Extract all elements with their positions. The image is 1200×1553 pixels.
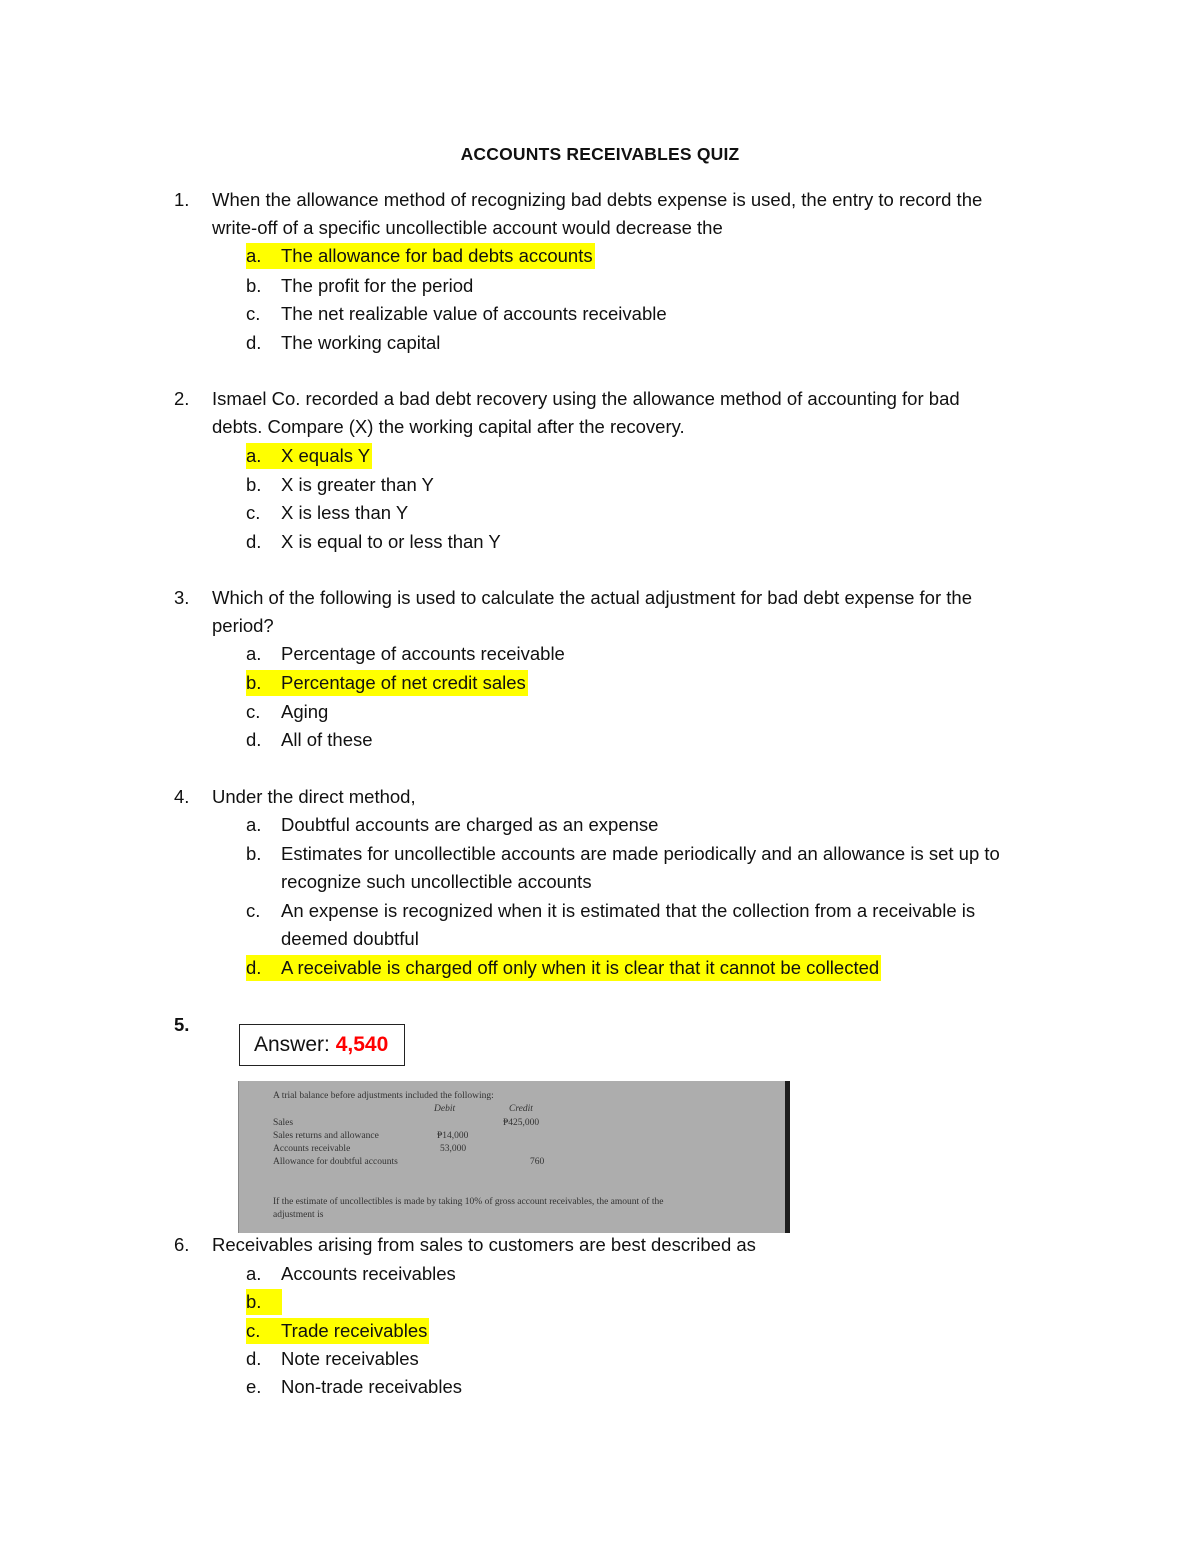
option-d: d. The working capital (246, 330, 440, 356)
option-letter: b. (246, 275, 262, 296)
page-title: ACCOUNTS RECEIVABLES QUIZ (460, 144, 740, 164)
option-text: An expense is recognized when it is esti… (281, 900, 976, 921)
question-text: Which of the following is used to calcul… (212, 587, 972, 608)
image-question: adjustment is (273, 1210, 324, 1220)
option-c: c. Aging (246, 699, 328, 725)
option-letter: c. (246, 502, 261, 523)
option-letter: c. (246, 900, 261, 921)
option-text-continued: recognize such uncollectible accounts (281, 871, 592, 892)
option-text: Trade receivables (281, 1320, 428, 1341)
option-a: a. Doubtful accounts are charged as an ex… (246, 812, 658, 838)
option-letter: e. (246, 1376, 262, 1397)
option-a-correct: a. X equals Y (246, 443, 373, 469)
option-letter: b. (246, 843, 262, 864)
option-text: X is equal to or less than Y (281, 531, 501, 552)
option-a-correct: a. The allowance for bad debts accounts (246, 243, 595, 269)
option-b: b. Estimates for uncollectible accounts a… (246, 841, 1000, 867)
row-label: Allowance for doubtful accounts (273, 1157, 398, 1167)
image-intro: A trial balance before adjustments inclu… (273, 1091, 494, 1101)
question-text: Under the direct method, (212, 786, 416, 807)
option-text: A receivable is charged off only when it… (281, 957, 880, 978)
option-b: b. The profit for the period (246, 273, 473, 299)
option-text-continued: deemed doubtful (281, 928, 419, 949)
option-c-correct: c. Trade receivables (246, 1318, 430, 1344)
option-text: Note receivables (281, 1348, 419, 1369)
option-a: a. Accounts receivables (246, 1261, 456, 1287)
question-text: Ismael Co. recorded a bad debt recovery … (212, 388, 960, 409)
question-number: 1. (174, 189, 190, 210)
option-text: X is greater than Y (281, 474, 434, 495)
question-number: 2. (174, 388, 190, 409)
option-c: c. X is less than Y (246, 500, 408, 526)
option-d: d. Note receivables (246, 1346, 419, 1372)
answer-label: Answer: (254, 1033, 330, 1056)
option-text: All of these (281, 729, 373, 750)
option-b-highlighted: b. (246, 1289, 282, 1315)
option-letter: a. (246, 814, 262, 835)
quiz-page: ACCOUNTS RECEIVABLES QUIZ 1. When the al… (0, 0, 1200, 1553)
option-letter: d. (246, 531, 262, 552)
option-c: c. An expense is recognized when it is es… (246, 898, 975, 924)
option-letter: a. (246, 1263, 262, 1284)
option-c: c. The net realizable value of accounts r… (246, 301, 667, 327)
option-text: Non-trade receivables (281, 1376, 462, 1397)
option-letter: c. (246, 701, 261, 722)
row-credit: ₱425,000 (503, 1118, 540, 1128)
row-debit: 53,000 (440, 1144, 467, 1154)
option-text: Percentage of accounts receivable (281, 643, 565, 664)
question-number: 3. (174, 587, 190, 608)
question-number: 5. (174, 1014, 190, 1035)
option-letter: d. (246, 957, 262, 978)
option-text: The profit for the period (281, 275, 474, 296)
option-letter: a. (246, 643, 262, 664)
option-letter: c. (246, 1320, 261, 1341)
option-text: Doubtful accounts are charged as an expe… (281, 814, 659, 835)
image-question: If the estimate of uncollectibles is mad… (273, 1197, 664, 1207)
option-text: X equals Y (281, 445, 371, 466)
option-letter: b. (246, 1291, 262, 1312)
option-letter: d. (246, 729, 262, 750)
credit-header: Credit (509, 1104, 533, 1114)
question-text: period? (212, 615, 274, 636)
option-a: a. Percentage of accounts receivable (246, 641, 565, 667)
row-label: Accounts receivable (273, 1144, 351, 1154)
answer-box: Answer: 4,540 (239, 1024, 405, 1066)
image-border (785, 1081, 790, 1233)
option-letter: b. (246, 672, 262, 693)
option-text: The net realizable value of accounts rec… (281, 303, 667, 324)
question-text: When the allowance method of recognizing… (212, 189, 983, 210)
option-b-correct: b. Percentage of net credit sales (246, 670, 528, 696)
option-text: The allowance for bad debts accounts (281, 245, 593, 266)
question-number: 4. (174, 786, 190, 807)
option-d: d. All of these (246, 727, 373, 753)
option-text: Aging (281, 701, 329, 722)
option-letter: c. (246, 303, 261, 324)
question-text: write-off of a specific uncollectible ac… (212, 217, 723, 238)
option-e: e. Non-trade receivables (246, 1374, 462, 1400)
option-d: d. X is equal to or less than Y (246, 529, 501, 555)
row-debit: ₱14,000 (437, 1131, 469, 1141)
option-text: Accounts receivables (281, 1263, 456, 1284)
option-text: Percentage of net credit sales (281, 672, 526, 693)
question-text: Receivables arising from sales to custom… (212, 1234, 756, 1255)
option-letter: d. (246, 1348, 262, 1369)
option-b: b. X is greater than Y (246, 472, 434, 498)
option-letter: a. (246, 445, 262, 466)
option-d-correct: d. A receivable is charged off only when … (246, 955, 882, 981)
row-credit: 760 (530, 1157, 545, 1167)
option-letter: d. (246, 332, 262, 353)
row-label: Sales returns and allowance (273, 1131, 379, 1141)
question-number: 6. (174, 1234, 190, 1255)
debit-header: Debit (434, 1104, 456, 1114)
option-text: The working capital (281, 332, 441, 353)
option-text: X is less than Y (281, 502, 409, 523)
row-label: Sales (273, 1118, 294, 1128)
question-5-image: A trial balance before adjustments inclu… (238, 1081, 790, 1233)
option-text: Estimates for uncollectible accounts are… (281, 843, 1000, 864)
option-letter: a. (246, 245, 262, 266)
question-text: debts. Compare (X) the working capital a… (212, 416, 685, 437)
answer-value: 4,540 (335, 1033, 389, 1056)
option-letter: b. (246, 474, 262, 495)
